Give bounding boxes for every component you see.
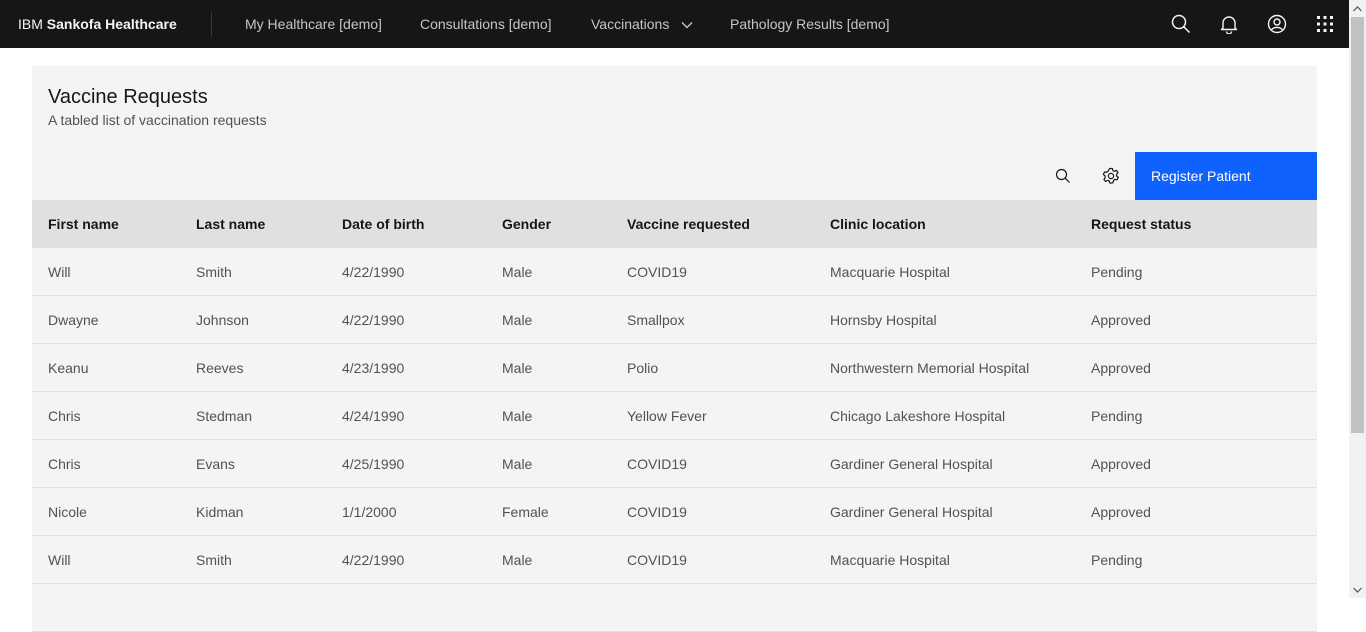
table-row[interactable]: Nicole Kidman 1/1/2000 Female COVID19 Ga… [32, 488, 1317, 536]
cell-gender: Male [502, 312, 533, 328]
brand-name: Sankofa Healthcare [46, 16, 177, 32]
cell-request-status: Approved [1091, 504, 1151, 520]
cell-last-name: Evans [196, 456, 235, 472]
cell-request-status: Pending [1091, 264, 1143, 280]
cell-request-status: Pending [1091, 552, 1143, 568]
settings-gear-icon[interactable] [1087, 152, 1135, 200]
page-title: Vaccine Requests [48, 86, 208, 108]
header-divider [211, 12, 212, 37]
cell-clinic-location: Chicago Lakeshore Hospital [830, 408, 1006, 424]
cell-vaccine-requested: Polio [627, 360, 659, 376]
cell-vaccine-requested: COVID19 [627, 264, 687, 280]
cell-gender: Male [502, 360, 533, 376]
search-icon[interactable] [1157, 0, 1205, 48]
cell-date-of-birth: 4/25/1990 [342, 456, 405, 472]
table-row[interactable]: Chris Stedman 4/24/1990 Male Yellow Feve… [32, 392, 1317, 440]
cell-date-of-birth: 4/23/1990 [342, 360, 405, 376]
cell-request-status: Approved [1091, 312, 1151, 328]
cell-first-name: Will [48, 264, 71, 280]
cell-date-of-birth: 1/1/2000 [342, 504, 397, 520]
column-header-last-name[interactable]: Last name [196, 200, 265, 248]
table-search-icon[interactable] [1039, 152, 1087, 200]
cell-date-of-birth: 4/22/1990 [342, 264, 405, 280]
cell-clinic-location: Hornsby Hospital [830, 312, 937, 328]
table-header-row: First name Last name Date of birth Gende… [32, 200, 1317, 248]
table-row[interactable] [32, 584, 1317, 632]
cell-gender: Male [502, 552, 533, 568]
cell-vaccine-requested: Yellow Fever [627, 408, 707, 424]
column-header-gender[interactable]: Gender [502, 200, 551, 248]
nav-item-my-healthcare[interactable]: My Healthcare [demo] [245, 0, 382, 48]
user-avatar-icon[interactable] [1253, 0, 1301, 48]
vaccine-requests-table-container: Vaccine Requests A tabled list of vaccin… [32, 66, 1317, 632]
chevron-down-icon [681, 0, 693, 48]
cell-vaccine-requested: COVID19 [627, 504, 687, 520]
cell-request-status: Approved [1091, 360, 1151, 376]
cell-first-name: Nicole [48, 504, 87, 520]
nav-item-consultations[interactable]: Consultations [demo] [420, 0, 552, 48]
scroll-down-arrow-icon[interactable] [1349, 581, 1366, 598]
column-header-vaccine-requested[interactable]: Vaccine requested [627, 200, 750, 248]
cell-last-name: Johnson [196, 312, 249, 328]
cell-vaccine-requested: COVID19 [627, 456, 687, 472]
cell-vaccine-requested: Smallpox [627, 312, 685, 328]
table-row[interactable]: Keanu Reeves 4/23/1990 Male Polio Northw… [32, 344, 1317, 392]
cell-vaccine-requested: COVID19 [627, 552, 687, 568]
table-row[interactable]: Will Smith 4/22/1990 Male COVID19 Macqua… [32, 536, 1317, 584]
cell-gender: Male [502, 456, 533, 472]
table-row[interactable]: Chris Evans 4/25/1990 Male COVID19 Gardi… [32, 440, 1317, 488]
cell-last-name: Smith [196, 264, 232, 280]
scroll-up-arrow-icon[interactable] [1349, 0, 1366, 17]
brand-prefix: IBM [18, 16, 43, 32]
cell-last-name: Smith [196, 552, 232, 568]
notification-icon[interactable] [1205, 0, 1253, 48]
cell-clinic-location: Gardiner General Hospital [830, 456, 993, 472]
table-row[interactable]: Dwayne Johnson 4/22/1990 Male Smallpox H… [32, 296, 1317, 344]
vertical-scrollbar[interactable] [1349, 0, 1366, 598]
cell-last-name: Stedman [196, 408, 253, 424]
cell-date-of-birth: 4/22/1990 [342, 552, 405, 568]
cell-clinic-location: Macquarie Hospital [830, 552, 950, 568]
column-header-first-name[interactable]: First name [48, 200, 119, 248]
column-header-clinic-location[interactable]: Clinic location [830, 200, 926, 248]
cell-date-of-birth: 4/22/1990 [342, 312, 405, 328]
cell-clinic-location: Northwestern Memorial Hospital [830, 360, 1030, 376]
cell-gender: Female [502, 504, 549, 520]
cell-first-name: Keanu [48, 360, 89, 376]
nav-item-vaccinations[interactable]: Vaccinations [591, 0, 693, 48]
table-row[interactable]: Will Smith 4/22/1990 Male COVID19 Macqua… [32, 248, 1317, 296]
cell-last-name: Reeves [196, 360, 244, 376]
nav-item-vaccinations-label: Vaccinations [591, 16, 670, 32]
cell-clinic-location: Macquarie Hospital [830, 264, 950, 280]
cell-date-of-birth: 4/24/1990 [342, 408, 405, 424]
cell-request-status: Pending [1091, 408, 1143, 424]
cell-last-name: Kidman [196, 504, 244, 520]
top-navigation-bar: IBM Sankofa Healthcare My Healthcare [de… [0, 0, 1366, 48]
cell-gender: Male [502, 408, 533, 424]
brand-link[interactable]: IBM Sankofa Healthcare [18, 0, 177, 48]
nav-item-pathology-results[interactable]: Pathology Results [demo] [730, 0, 890, 48]
vaccine-requests-table: First name Last name Date of birth Gende… [32, 200, 1317, 632]
cell-request-status: Approved [1091, 456, 1151, 472]
register-patient-button[interactable]: Register Patient [1135, 152, 1317, 200]
cell-gender: Male [502, 264, 533, 280]
cell-clinic-location: Gardiner General Hospital [830, 504, 993, 520]
cell-first-name: Will [48, 552, 71, 568]
column-header-request-status[interactable]: Request status [1091, 200, 1191, 248]
app-switcher-icon[interactable] [1301, 0, 1349, 48]
page-subtitle: A tabled list of vaccination requests [48, 112, 267, 128]
cell-first-name: Dwayne [48, 312, 99, 328]
cell-first-name: Chris [48, 408, 81, 424]
scrollbar-thumb[interactable] [1351, 17, 1364, 433]
cell-first-name: Chris [48, 456, 81, 472]
column-header-date-of-birth[interactable]: Date of birth [342, 200, 424, 248]
